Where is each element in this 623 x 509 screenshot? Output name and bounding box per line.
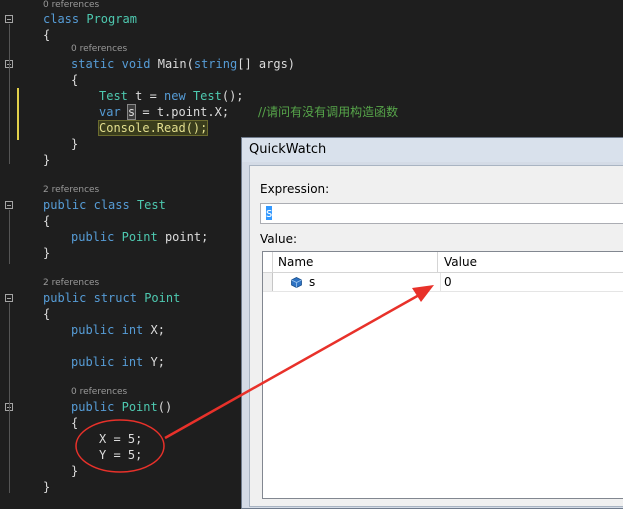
type-name: Program bbox=[86, 12, 137, 26]
code-line: public struct Point bbox=[43, 290, 180, 306]
codelens-test[interactable]: 2 references bbox=[43, 185, 99, 195]
column-header-value[interactable]: Value bbox=[444, 252, 477, 272]
keyword: string bbox=[193, 57, 238, 71]
code-line: public class Test bbox=[43, 197, 166, 213]
column-header-name[interactable]: Name bbox=[278, 252, 313, 272]
code-line: public int X; bbox=[71, 322, 165, 338]
collapse-toggle-program[interactable] bbox=[5, 15, 13, 23]
keyword: int bbox=[121, 323, 144, 337]
code-line: } bbox=[71, 464, 79, 478]
code-line: var s = t.point.X; //请问有没有调用构造函数 bbox=[99, 104, 398, 120]
code-line-current: Console.Read(); bbox=[97, 120, 209, 136]
watch-name: s bbox=[309, 275, 316, 289]
code-line: { bbox=[43, 28, 51, 42]
type-name: Test bbox=[185, 89, 222, 103]
grid-header: Name Value bbox=[263, 252, 623, 273]
outline-line bbox=[9, 210, 10, 264]
watch-row[interactable]: s 0 bbox=[263, 273, 623, 292]
value-label: Value: bbox=[260, 232, 297, 246]
code-line: { bbox=[71, 416, 79, 430]
codelens-program[interactable]: 0 references bbox=[43, 0, 99, 10]
code-line: } bbox=[71, 137, 79, 151]
keyword: int bbox=[121, 355, 144, 369]
code-line: } bbox=[43, 246, 51, 260]
code-line: } bbox=[43, 153, 51, 167]
code-line: Y = 5; bbox=[99, 448, 143, 462]
code-comment: //请问有没有调用构造函数 bbox=[257, 105, 399, 119]
code-line: class Program bbox=[43, 11, 137, 27]
outline-line bbox=[9, 412, 10, 478]
type-name: Point bbox=[121, 230, 158, 244]
code-text: t = bbox=[127, 89, 165, 103]
code-text: Y; bbox=[143, 355, 165, 369]
editor-gutter bbox=[0, 0, 22, 498]
expression-label: Expression: bbox=[260, 182, 330, 196]
expression-input[interactable]: s bbox=[260, 203, 623, 224]
code-line: } bbox=[43, 480, 51, 494]
outline-line bbox=[9, 70, 10, 152]
code-text: = t.point.X; bbox=[135, 105, 230, 119]
code-text: [] args) bbox=[237, 57, 296, 71]
collapse-toggle-point[interactable] bbox=[5, 294, 13, 302]
keyword: public bbox=[71, 355, 115, 369]
keyword: public bbox=[71, 230, 115, 244]
code-text: X; bbox=[143, 323, 165, 337]
codelens-main[interactable]: 0 references bbox=[71, 44, 127, 54]
code-text: (); bbox=[221, 89, 244, 103]
watch-grid[interactable]: Name Value s 0 bbox=[262, 251, 623, 499]
code-line: { bbox=[43, 214, 51, 228]
quickwatch-dialog: QuickWatch Expression: s Value: Name Val… bbox=[241, 137, 623, 509]
code-line: { bbox=[71, 73, 79, 87]
quickwatch-body: Expression: s Value: Name Value s 0 bbox=[249, 165, 623, 507]
codelens-point[interactable]: 2 references bbox=[43, 278, 99, 288]
code-line: Test t = new Test(); bbox=[99, 88, 244, 104]
keyword: public bbox=[71, 323, 115, 337]
change-marker bbox=[17, 88, 19, 140]
keyword: new bbox=[164, 89, 186, 103]
method-name: Main( bbox=[157, 57, 194, 71]
keyword: struct bbox=[93, 291, 137, 305]
collapse-toggle-test[interactable] bbox=[5, 201, 13, 209]
code-line: static void Main(string[] args) bbox=[71, 56, 295, 72]
code-line: public Point point; bbox=[71, 229, 208, 245]
type-name: Test bbox=[136, 198, 166, 212]
type-name: Point bbox=[144, 291, 181, 305]
codelens-ctor[interactable]: 0 references bbox=[71, 387, 127, 397]
keyword: var bbox=[99, 105, 121, 119]
quickwatch-titlebar[interactable]: QuickWatch bbox=[242, 138, 623, 162]
code-line: public int Y; bbox=[71, 354, 165, 370]
code-text: point; bbox=[157, 230, 209, 244]
watch-value[interactable]: 0 bbox=[440, 273, 452, 291]
dialog-title: QuickWatch bbox=[249, 142, 327, 157]
code-line: { bbox=[43, 307, 51, 321]
field-icon bbox=[291, 277, 302, 288]
expression-value: s bbox=[266, 206, 273, 220]
keyword: void bbox=[121, 57, 151, 71]
keyword: class bbox=[43, 12, 80, 26]
type-name: Test bbox=[99, 89, 128, 103]
code-line: X = 5; bbox=[99, 432, 143, 446]
type-name: Point bbox=[121, 400, 158, 414]
keyword: public bbox=[71, 400, 115, 414]
keyword: public bbox=[43, 198, 87, 212]
keyword: static bbox=[71, 57, 115, 71]
code-line: public Point() bbox=[71, 399, 172, 415]
keyword: class bbox=[93, 198, 130, 212]
keyword: public bbox=[43, 291, 87, 305]
code-text: () bbox=[157, 400, 173, 414]
current-statement: Console.Read(); bbox=[97, 120, 209, 136]
